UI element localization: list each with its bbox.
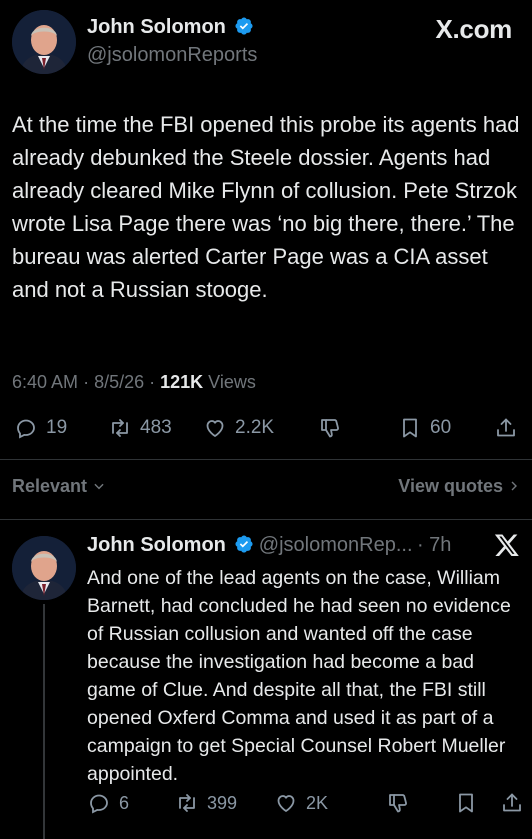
repost-button[interactable]: 483 xyxy=(108,416,172,440)
divider xyxy=(0,459,532,460)
reply-time[interactable]: · 7h xyxy=(417,534,451,556)
reply-repost-button[interactable]: 399 xyxy=(175,791,237,815)
sort-dropdown[interactable]: Relevant xyxy=(12,476,106,497)
verified-badge-icon xyxy=(235,535,253,553)
author-name[interactable]: John Solomon xyxy=(87,16,226,38)
chevron-right-icon xyxy=(511,481,517,491)
x-logo-icon xyxy=(494,532,520,563)
reply-author-name[interactable]: John Solomon xyxy=(87,534,226,556)
reply-reply-count: 6 xyxy=(119,792,130,813)
bookmark-button[interactable]: 60 xyxy=(398,416,451,440)
verified-badge-icon xyxy=(235,17,253,35)
repost-icon xyxy=(112,419,128,437)
reply-like-count: 2K xyxy=(306,792,329,813)
thread-line xyxy=(43,604,45,839)
reply-text: And one of the lead agents on the case, … xyxy=(87,567,511,785)
thumbs-down-icon xyxy=(389,794,407,813)
heart-icon xyxy=(277,795,295,813)
view-quotes-link[interactable]: View quotes xyxy=(398,476,520,497)
thumbs-down-icon xyxy=(321,419,339,438)
bookmark-count: 60 xyxy=(430,417,452,438)
reply-dislike-button[interactable] xyxy=(386,791,410,815)
tweet-date[interactable]: 8/5/26 xyxy=(94,372,144,392)
reply-bookmark-button[interactable] xyxy=(454,791,478,815)
views-label: Views xyxy=(208,372,256,392)
reply-count: 19 xyxy=(46,417,68,438)
avatar-image xyxy=(12,10,76,74)
author-handle[interactable]: @jsolomonReports xyxy=(87,44,257,67)
repost-icon xyxy=(179,794,195,812)
like-count: 2.2K xyxy=(235,417,275,438)
reply-reply-button[interactable]: 6 xyxy=(87,791,129,815)
share-icon xyxy=(497,418,515,437)
avatar-image xyxy=(12,536,76,600)
tweet-meta: 6:40 AM · 8/5/26 · 121K Views xyxy=(12,372,256,392)
views-count: 121K xyxy=(160,372,204,392)
author-avatar[interactable] xyxy=(12,10,76,74)
reply-icon xyxy=(90,794,108,814)
reply-repost-count: 399 xyxy=(207,792,238,813)
repost-count: 483 xyxy=(140,417,172,438)
reply-header: John Solomon @jsolomonRep... · 7h xyxy=(87,534,451,557)
sort-label: Relevant xyxy=(12,476,88,496)
view-quotes-label: View quotes xyxy=(398,476,503,496)
reply-share-button[interactable] xyxy=(500,791,524,815)
reply-like-button[interactable]: 2K xyxy=(274,791,328,815)
reply-author-avatar[interactable] xyxy=(12,536,76,600)
reply-author-handle[interactable]: @jsolomonRep... xyxy=(259,534,413,556)
bookmark-icon xyxy=(403,418,417,438)
tweet-text: At the time the FBI opened this probe it… xyxy=(12,112,520,302)
dislike-button[interactable] xyxy=(318,416,342,440)
reply-button[interactable]: 19 xyxy=(14,416,67,440)
share-icon xyxy=(503,793,521,812)
divider xyxy=(0,519,532,520)
reply-icon xyxy=(17,419,35,439)
share-button[interactable] xyxy=(494,416,518,440)
site-watermark: X.com xyxy=(435,14,512,44)
heart-icon xyxy=(206,420,224,438)
chevron-down-icon xyxy=(94,483,104,490)
tweet-time[interactable]: 6:40 AM xyxy=(12,372,78,392)
bookmark-icon xyxy=(459,793,473,813)
like-button[interactable]: 2.2K xyxy=(203,416,274,440)
